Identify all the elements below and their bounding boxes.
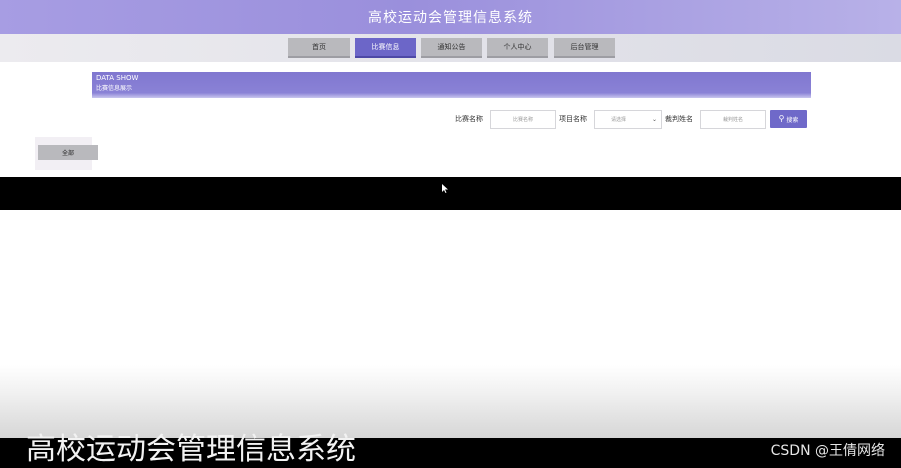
referee-name-placeholder: 裁判姓名 <box>722 117 743 123</box>
category-all-button[interactable]: 全部 <box>38 145 98 160</box>
category-all-label: 全部 <box>61 150 74 157</box>
project-name-label: 项目名称 <box>559 115 587 123</box>
nav-item-label: 比赛信息 <box>371 43 400 51</box>
app-title: 高校运动会管理信息系统 <box>368 10 533 26</box>
content-area <box>0 177 901 210</box>
project-select-value: 请选择 <box>611 117 627 123</box>
nav-item-label: 个人中心 <box>503 43 532 51</box>
competition-name-input[interactable]: 比赛名称 <box>490 110 556 129</box>
search-button[interactable]: ⚲ 搜索 <box>770 110 807 128</box>
referee-name-label: 裁判姓名 <box>665 115 693 123</box>
nav-item-admin[interactable]: 后台管理 <box>554 38 615 58</box>
project-select[interactable]: 请选择 ⌄ <box>594 110 662 129</box>
nav-item-competition-info[interactable]: 比赛信息 <box>355 38 416 58</box>
referee-name-input[interactable]: 裁判姓名 <box>700 110 766 129</box>
mouse-cursor-icon <box>442 184 448 193</box>
chevron-down-icon: ⌄ <box>651 116 657 123</box>
nav-item-announcements[interactable]: 通知公告 <box>421 38 482 58</box>
nav-item-label: 后台管理 <box>570 43 599 51</box>
app-header: 高校运动会管理信息系统 <box>0 0 901 34</box>
nav-item-personal-center[interactable]: 个人中心 <box>487 38 548 58</box>
footer-overlay-title: 高校运动会管理信息系统 <box>26 432 356 467</box>
competition-name-placeholder: 比赛名称 <box>512 117 533 123</box>
banner-title-cn: 比赛信息展示 <box>96 85 133 92</box>
search-icon: ⚲ <box>778 114 785 123</box>
watermark: CSDN @王倩网络 <box>770 443 885 459</box>
nav-bar: 首页 比赛信息 通知公告 个人中心 后台管理 <box>0 34 901 62</box>
footer-gradient <box>0 365 901 438</box>
nav-item-label: 首页 <box>312 43 326 51</box>
category-filter: 全部 <box>35 137 98 170</box>
nav-item-label: 通知公告 <box>437 43 466 51</box>
nav-item-home[interactable]: 首页 <box>288 38 350 58</box>
banner-title-en: DATA SHOW <box>96 74 139 82</box>
competition-name-label: 比赛名称 <box>455 115 483 123</box>
search-button-label: 搜索 <box>786 116 799 124</box>
section-banner: DATA SHOW 比赛信息展示 <box>92 72 811 98</box>
